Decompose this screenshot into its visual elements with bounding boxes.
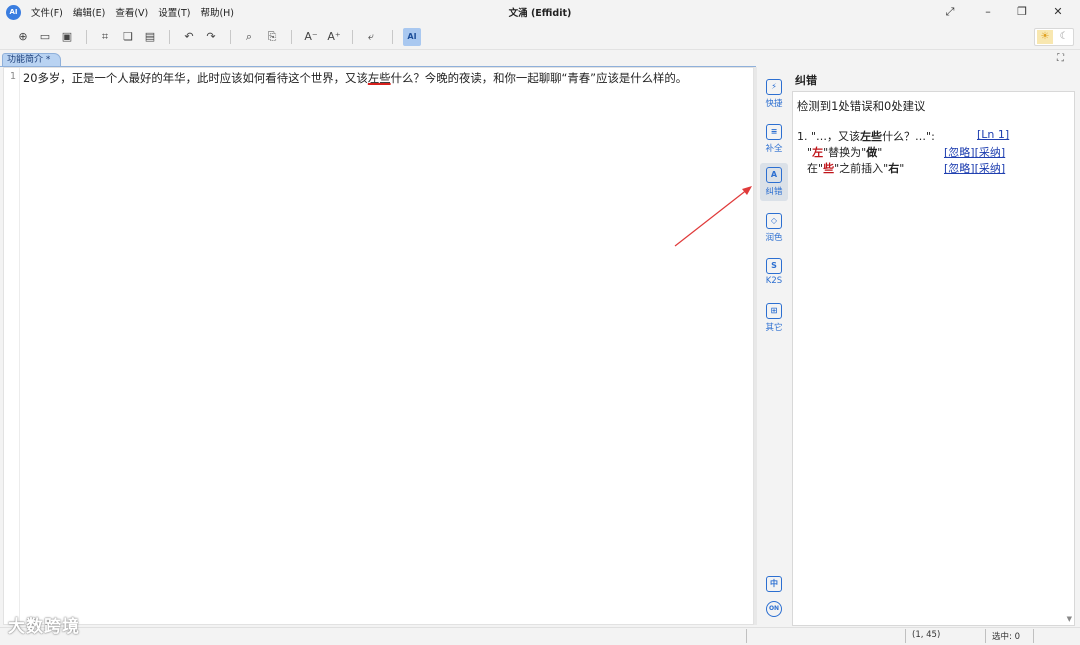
correction-panel: 检测到1处错误和0处建议 1. "…，又该左些什么？…": [Ln 1] "左"… xyxy=(792,91,1075,626)
suggestion-text: "替换为" xyxy=(823,146,867,159)
sidebar-item-label: K2S xyxy=(765,276,783,286)
suggestion-target: 做 xyxy=(866,146,878,159)
quote: " xyxy=(877,146,883,159)
sidebar-item-label: 纠错 xyxy=(765,187,783,197)
ai-check-icon[interactable]: AI xyxy=(403,28,421,46)
replace-icon[interactable]: ⎘ xyxy=(263,28,281,46)
error-location-link[interactable]: [Ln 1] xyxy=(977,128,1009,141)
open-folder-icon[interactable]: ▭ xyxy=(36,28,54,46)
sidebar-item-complete[interactable]: ≡ 补全 xyxy=(760,120,788,158)
title-bar: AI 文件(F) 编辑(E) 查看(V) 设置(T) 帮助(H) 文涌 (Eff… xyxy=(0,0,1080,24)
editor-line[interactable]: 20多岁，正是一个人最好的年华，此时应该如何看待这个世界，又该左些什么？今晚的夜… xyxy=(23,70,687,86)
screenshot-icon[interactable]: ⛶ xyxy=(1057,53,1064,64)
sidebar-item-label: 补全 xyxy=(765,144,783,154)
minimize-icon[interactable]: – xyxy=(973,2,1003,22)
toolbar-separator xyxy=(169,30,170,44)
text-editor[interactable]: 1 20多岁，正是一个人最好的年华，此时应该如何看待这个世界，又该左些什么？今晚… xyxy=(3,67,754,625)
increase-font-icon[interactable]: A⁺ xyxy=(325,28,343,46)
document-icon: ≡ xyxy=(766,124,782,140)
panel-title: 纠错 xyxy=(795,74,817,87)
toolbar-separator xyxy=(291,30,292,44)
new-file-icon[interactable]: ⊕ xyxy=(14,28,32,46)
status-separator xyxy=(905,629,906,643)
tab-intro[interactable]: 功能简介 * xyxy=(2,53,62,67)
line-gutter: 1 xyxy=(4,68,20,624)
find-icon[interactable]: ⌕ xyxy=(240,28,258,46)
context-text: "…，又该 xyxy=(811,130,861,143)
grid-icon: ⊞ xyxy=(766,303,782,319)
theme-toggle[interactable]: ☀ ☾ xyxy=(1034,28,1074,46)
redo-icon[interactable]: ↷ xyxy=(202,28,220,46)
cloud-on-icon: ON xyxy=(766,601,782,617)
save-icon[interactable]: ▣ xyxy=(58,28,76,46)
cloud-sync-button[interactable]: ON xyxy=(760,597,788,621)
editor-text: 什么？今晚的夜读，和你一起聊聊“青春”应该是什么样的。 xyxy=(390,71,688,85)
suggestion-actions: [忽略][采纳] xyxy=(944,160,1005,176)
suggestion-text: "之前插入" xyxy=(834,162,889,175)
selection-count: 选中: 0 xyxy=(992,632,1020,642)
sidebar-item-polish[interactable]: ◇ 润色 xyxy=(760,209,788,247)
watermark: 大数跨境 xyxy=(8,617,80,637)
accept-link[interactable]: [采纳] xyxy=(975,162,1006,175)
toolbar-separator xyxy=(230,30,231,44)
undo-icon[interactable]: ↶ xyxy=(180,28,198,46)
polish-icon: ◇ xyxy=(766,213,782,229)
suggestion-target: 右 xyxy=(888,162,900,175)
status-separator xyxy=(1033,629,1034,643)
chinese-icon: 中 xyxy=(766,576,782,592)
status-separator xyxy=(985,629,986,643)
k2s-icon: S xyxy=(766,258,782,274)
feature-sidebar: ⚡ 快捷 ≡ 补全 A 纠错 ◇ 润色 S K2S ⊞ 其它 中 ON xyxy=(757,67,791,627)
ignore-link[interactable]: [忽略] xyxy=(944,162,975,175)
context-error: 左些 xyxy=(860,130,883,143)
cursor-position: (1, 45) xyxy=(912,630,941,640)
ab-check-icon: A xyxy=(766,167,782,183)
restore-icon[interactable]: ❐ xyxy=(1007,2,1037,22)
moon-icon[interactable]: ☾ xyxy=(1056,30,1072,44)
lightning-icon: ⚡ xyxy=(766,79,782,95)
correction-summary: 检测到1处错误和0处建议 xyxy=(797,99,926,113)
line-number: 1 xyxy=(9,71,16,82)
suggestion-wrong-word: 左 xyxy=(812,146,824,159)
scroll-down-icon[interactable]: ▼ xyxy=(1067,615,1072,623)
toolbar-separator xyxy=(392,30,393,44)
expand-icon[interactable]: ⤢ xyxy=(935,2,965,22)
sidebar-item-label: 润色 xyxy=(765,233,783,243)
sidebar-item-shortcut[interactable]: ⚡ 快捷 xyxy=(760,75,788,113)
close-icon[interactable]: ✕ xyxy=(1043,2,1073,22)
decrease-font-icon[interactable]: A⁻ xyxy=(302,28,320,46)
copy-icon[interactable]: ❏ xyxy=(119,28,137,46)
suggestion-insert: 在"些"之前插入"右" xyxy=(807,160,904,176)
crop-icon[interactable]: ⌗ xyxy=(96,28,114,46)
wrap-icon[interactable]: ⤶ xyxy=(362,28,380,46)
toolbar-separator xyxy=(86,30,87,44)
ignore-link[interactable]: [忽略] xyxy=(944,146,975,159)
paste-icon[interactable]: ▤ xyxy=(141,28,159,46)
suggestion-text: 在" xyxy=(807,162,824,175)
chinese-mode-button[interactable]: 中 xyxy=(760,572,788,594)
context-text: 什么？…": xyxy=(882,130,935,143)
suggestion-wrong-word: 些 xyxy=(823,162,835,175)
sidebar-item-correction[interactable]: A 纠错 xyxy=(760,163,788,201)
sidebar-item-other[interactable]: ⊞ 其它 xyxy=(760,299,788,337)
status-bar: (1, 45) 选中: 0 xyxy=(0,627,1080,645)
sidebar-item-label: 快捷 xyxy=(765,99,783,109)
suggestion-replace: "左"替换为"做" xyxy=(807,144,882,160)
error-highlight[interactable]: 左些 xyxy=(368,71,391,85)
toolbar-separator xyxy=(352,30,353,44)
suggestion-actions: [忽略][采纳] xyxy=(944,144,1005,160)
editor-text: 20多岁，正是一个人最好的年华，此时应该如何看待这个世界，又该 xyxy=(23,71,368,85)
error-index: 1. xyxy=(797,130,808,143)
accept-link[interactable]: [采纳] xyxy=(975,146,1006,159)
window-title: 文涌 (Effidit) xyxy=(508,8,572,19)
status-separator xyxy=(746,629,747,643)
error-context: 1. "…，又该左些什么？…": xyxy=(797,128,935,144)
sidebar-item-k2s[interactable]: S K2S xyxy=(760,254,788,292)
quote: " xyxy=(899,162,905,175)
sidebar-item-label: 其它 xyxy=(765,323,783,333)
toolbar: ⊕ ▭ ▣ ⌗ ❏ ▤ ↶ ↷ ⌕ ⎘ A⁻ A⁺ ⤶ AI xyxy=(0,24,1080,50)
sun-icon[interactable]: ☀ xyxy=(1037,30,1053,44)
